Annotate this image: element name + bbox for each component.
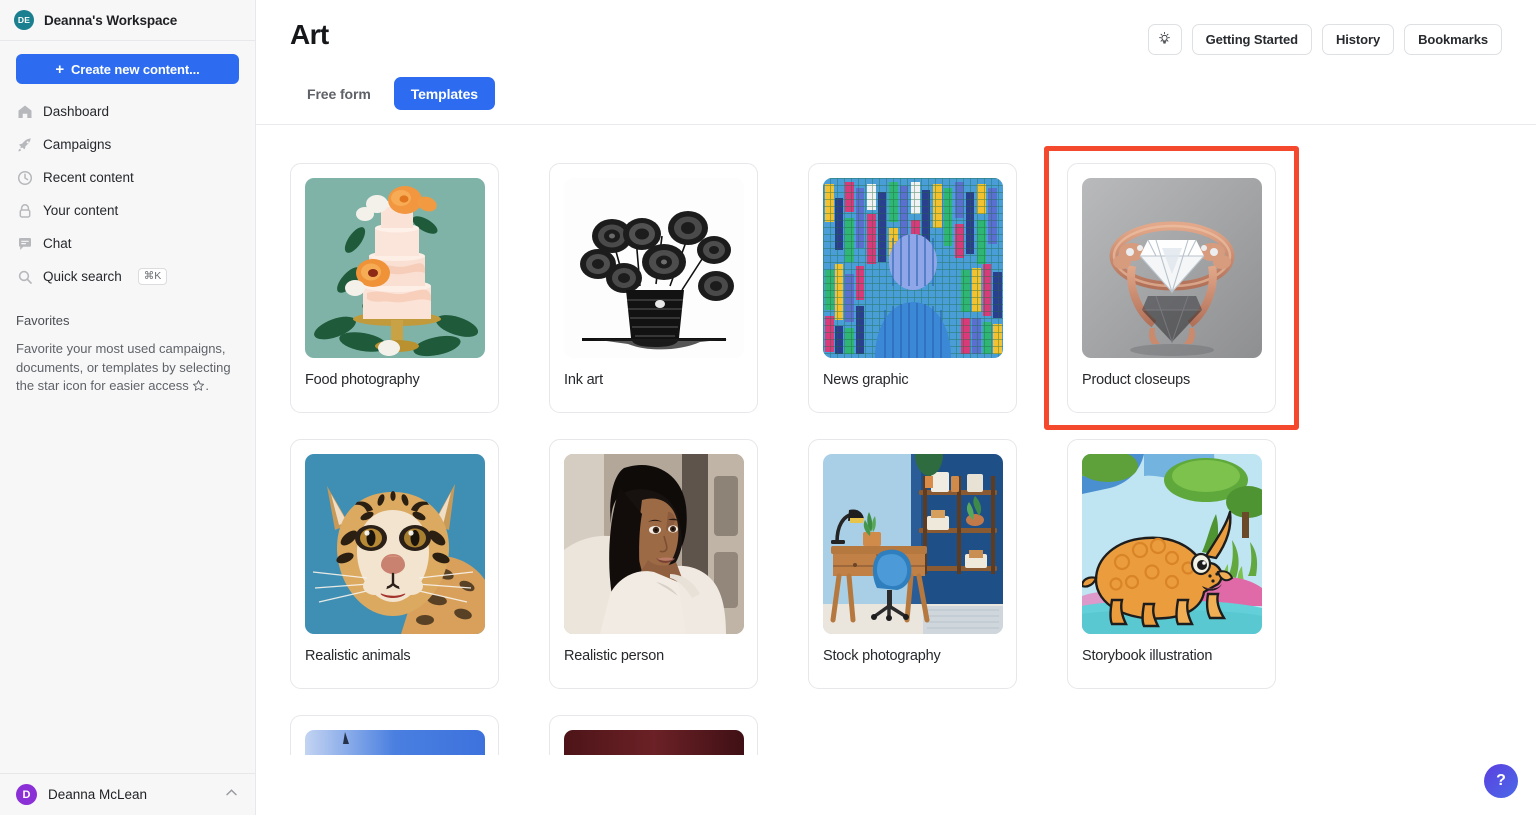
- template-card-label: Realistic animals: [305, 648, 484, 664]
- sidebar-item-label: Dashboard: [43, 104, 109, 119]
- lock-icon: [16, 202, 33, 219]
- black-roses-vase-image: [564, 178, 744, 358]
- sidebar-item-dashboard[interactable]: Dashboard: [0, 95, 255, 128]
- sidebar-nav: Dashboard Campaigns Recent content: [0, 95, 255, 297]
- sidebar-divider: [0, 40, 255, 41]
- blue-gradient-partial-image: [305, 730, 485, 755]
- template-card[interactable]: Ink art: [549, 163, 758, 413]
- template-thumbnail: [305, 454, 485, 634]
- quick-search-shortcut: ⌘K: [138, 268, 168, 286]
- template-thumbnail: [305, 178, 485, 358]
- favorites-description-suffix: .: [205, 378, 209, 393]
- template-card-partial[interactable]: [549, 715, 758, 755]
- avatar: D: [16, 784, 37, 805]
- chat-icon: [16, 235, 33, 252]
- sidebar-item-label: Quick search: [43, 269, 122, 284]
- templates-grid-wrapper: Food photography: [256, 125, 1536, 755]
- template-thumbnail: [823, 454, 1003, 634]
- sidebar-item-label: Your content: [43, 203, 118, 218]
- user-name: Deanna McLean: [48, 787, 213, 802]
- sidebar-item-campaigns[interactable]: Campaigns: [0, 128, 255, 161]
- template-card[interactable]: Storybook illustration: [1067, 439, 1276, 689]
- dark-red-partial-image: [564, 730, 744, 755]
- template-card-label: News graphic: [823, 372, 1002, 388]
- favorites-section: Favorites Favorite your most used campai…: [0, 297, 255, 398]
- template-thumbnail: [1082, 178, 1262, 358]
- favorites-description: Favorite your most used campaigns, docum…: [16, 340, 239, 398]
- template-card[interactable]: Food photography: [290, 163, 499, 413]
- template-card-partial[interactable]: [290, 715, 499, 755]
- lightbulb-icon: [1157, 31, 1172, 49]
- template-thumbnail: [564, 454, 744, 634]
- template-card-label: Storybook illustration: [1082, 648, 1261, 664]
- sidebar: DE Deanna's Workspace + Create new conte…: [0, 0, 256, 815]
- template-card-product-closeups[interactable]: Product closeups: [1067, 163, 1276, 413]
- template-card-label: Stock photography: [823, 648, 1002, 664]
- search-icon: [16, 268, 33, 285]
- favorites-title: Favorites: [16, 313, 239, 328]
- ocelot-blue-image: [305, 454, 485, 634]
- getting-started-button[interactable]: Getting Started: [1192, 24, 1312, 55]
- page-title: Art: [290, 18, 329, 52]
- portrait-woman-image: [564, 454, 744, 634]
- sidebar-item-label: Chat: [43, 236, 72, 251]
- sidebar-item-label: Recent content: [43, 170, 134, 185]
- template-card-label: Realistic person: [564, 648, 743, 664]
- templates-grid: Food photography: [290, 163, 1502, 689]
- template-card[interactable]: Stock photography: [808, 439, 1017, 689]
- sidebar-item-your-content[interactable]: Your content: [0, 194, 255, 227]
- workspace-avatar: DE: [14, 10, 34, 30]
- template-thumbnail: [823, 178, 1003, 358]
- bookmarks-button[interactable]: Bookmarks: [1404, 24, 1502, 55]
- tab-free-form[interactable]: Free form: [290, 77, 388, 110]
- sidebar-item-recent-content[interactable]: Recent content: [0, 161, 255, 194]
- history-button[interactable]: History: [1322, 24, 1394, 55]
- sidebar-item-quick-search[interactable]: Quick search ⌘K: [0, 260, 255, 293]
- star-icon: [192, 379, 205, 398]
- wedding-cake-teal-image: [305, 178, 485, 358]
- header-row: Art Getting Started History Book: [290, 18, 1502, 55]
- workspace-name: Deanna's Workspace: [44, 13, 177, 28]
- template-card-label: Product closeups: [1082, 372, 1261, 388]
- plus-icon: +: [55, 62, 64, 77]
- template-card[interactable]: Realistic animals: [290, 439, 499, 689]
- sidebar-item-chat[interactable]: Chat: [0, 227, 255, 260]
- create-new-content-label: Create new content...: [71, 62, 200, 77]
- tab-templates[interactable]: Templates: [394, 77, 495, 110]
- help-button[interactable]: ?: [1484, 764, 1518, 798]
- templates-grid-next-row: [290, 715, 1502, 755]
- campaigns-icon: [16, 136, 33, 153]
- diamond-ring-gray-image: [1082, 178, 1262, 358]
- template-thumbnail: [564, 178, 744, 358]
- create-new-content-button[interactable]: + Create new content...: [16, 54, 239, 84]
- template-card-label: Food photography: [305, 372, 484, 388]
- template-card[interactable]: Realistic person: [549, 439, 758, 689]
- clock-icon: [16, 169, 33, 186]
- tab-bar: Free form Templates: [290, 77, 1502, 124]
- sidebar-item-label: Campaigns: [43, 137, 111, 152]
- page-header: Art Getting Started History Book: [256, 0, 1536, 124]
- app-root: DE Deanna's Workspace + Create new conte…: [0, 0, 1536, 815]
- header-actions: Getting Started History Bookmarks: [1148, 18, 1502, 55]
- pixel-mosaic-figure-image: [823, 178, 1003, 358]
- main-content: Art Getting Started History Book: [256, 0, 1536, 815]
- sidebar-user-footer[interactable]: D Deanna McLean: [0, 773, 255, 815]
- template-thumbnail: [1082, 454, 1262, 634]
- workspace-header[interactable]: DE Deanna's Workspace: [0, 0, 255, 40]
- dinosaur-watercolor-image: [1082, 454, 1262, 634]
- template-thumbnail: [305, 730, 485, 755]
- tips-button[interactable]: [1148, 24, 1182, 55]
- template-card-label: Ink art: [564, 372, 743, 388]
- template-card[interactable]: News graphic: [808, 163, 1017, 413]
- desk-office-blue-image: [823, 454, 1003, 634]
- home-icon: [16, 103, 33, 120]
- template-thumbnail: [564, 730, 744, 755]
- chevron-up-icon[interactable]: [224, 785, 239, 805]
